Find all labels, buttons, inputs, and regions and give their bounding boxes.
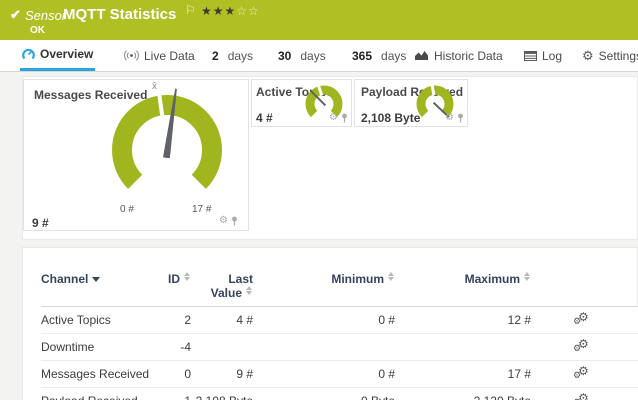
- tab-label: Overview: [40, 47, 93, 61]
- column-header-maximum[interactable]: Maximum: [395, 248, 531, 307]
- tab-label: days: [228, 49, 253, 63]
- tab-2-days[interactable]: 2 days: [210, 40, 255, 71]
- sensor-header: ✔ Sensor MQTT Statistics ⚐ ★★★☆☆ OK: [0, 0, 638, 40]
- channel-last-value: 2,108 Byte: [191, 388, 253, 400]
- channel-last-value: 9 #: [191, 361, 253, 388]
- channel-minimum: 0 #: [253, 361, 395, 388]
- object-kind-label: Sensor: [25, 8, 66, 23]
- table-row-messages-received[interactable]: Messages Received 0 9 # 0 # 17 # ⚙⚙: [41, 361, 638, 388]
- gauge-value: 9 #: [32, 216, 49, 230]
- channel-table: Channel ID LastValue Minimum Maximum Act…: [41, 248, 638, 400]
- tab-30-days[interactable]: 30 days: [276, 40, 328, 71]
- prtg-sensor-page: ✔ Sensor MQTT Statistics ⚐ ★★★☆☆ OK Over…: [0, 0, 638, 400]
- tab-bar: Overview Live Data 2days 30days 365days …: [0, 40, 638, 72]
- column-header-actions: [531, 248, 638, 307]
- channel-id: 2: [153, 307, 191, 334]
- gauge-min-label: 0 #: [120, 204, 134, 215]
- tab-label: Live Data: [144, 49, 195, 63]
- sort-icon: [184, 272, 191, 281]
- channel-settings-icon[interactable]: ⚙⚙: [573, 392, 591, 400]
- log-icon: [524, 51, 537, 61]
- pin-icon[interactable]: [341, 113, 348, 123]
- column-header-id[interactable]: ID: [153, 248, 191, 307]
- sort-desc-icon: [92, 277, 100, 282]
- table-row-downtime[interactable]: Downtime -4 ⚙⚙: [41, 334, 638, 361]
- channel-name[interactable]: Active Topics: [41, 307, 153, 334]
- tab-settings[interactable]: ⚙ Settings: [580, 40, 638, 71]
- stars-empty[interactable]: ☆☆: [236, 4, 260, 18]
- sort-icon: [524, 272, 531, 281]
- tab-label: days: [300, 49, 325, 63]
- column-header-minimum[interactable]: Minimum: [253, 248, 395, 307]
- tab-365-days[interactable]: 365 days: [350, 40, 408, 71]
- channel-settings-icon[interactable]: ⚙⚙: [573, 338, 591, 354]
- live-icon: [124, 50, 139, 61]
- gauge-value: 2,108 Byte: [361, 111, 420, 125]
- sort-icon: [388, 272, 395, 281]
- tab-overview[interactable]: Overview: [20, 40, 95, 71]
- tab-historic-data[interactable]: Historic Data: [413, 40, 505, 71]
- tab-number: 30: [278, 49, 291, 63]
- gauge-icon: [22, 48, 35, 61]
- gear-icon: ⚙: [582, 49, 594, 62]
- tab-number: 365: [352, 49, 372, 63]
- status-badge: OK: [30, 25, 45, 36]
- gear-icon[interactable]: ⚙: [329, 113, 338, 123]
- page-title: MQTT Statistics: [63, 6, 176, 23]
- tab-label: Settings: [599, 49, 638, 63]
- table-header-row: Channel ID LastValue Minimum Maximum: [41, 248, 638, 307]
- channel-last-value: 4 #: [191, 307, 253, 334]
- channel-id: 0: [153, 361, 191, 388]
- gauge-value: 4 #: [256, 111, 273, 125]
- channel-table-section: Channel ID LastValue Minimum Maximum Act…: [22, 247, 638, 400]
- priority-stars[interactable]: ★★★☆☆: [201, 4, 260, 18]
- tab-log[interactable]: Log: [522, 40, 564, 71]
- channel-maximum: 12 #: [395, 307, 531, 334]
- column-header-last-value[interactable]: LastValue: [191, 248, 253, 307]
- table-row-active-topics[interactable]: Active Topics 2 4 # 0 # 12 # ⚙⚙: [41, 307, 638, 334]
- channel-settings-icon[interactable]: ⚙⚙: [573, 311, 591, 327]
- stars-filled[interactable]: ★★★: [201, 4, 236, 18]
- tab-live-data[interactable]: Live Data: [122, 40, 197, 71]
- gauge-panel-active-topics[interactable]: Active Topics 4 # ⚙: [251, 79, 352, 127]
- chart-icon: [415, 50, 429, 61]
- channel-maximum: [395, 334, 531, 361]
- channel-name[interactable]: Payload Received: [41, 388, 153, 400]
- channel-maximum: 2,120 Byte: [395, 388, 531, 400]
- gauge-panel-payload-received[interactable]: Payload Received 2,108 Byte ⚙: [354, 79, 468, 127]
- channel-minimum: 0 #: [253, 307, 395, 334]
- gear-icon[interactable]: ⚙: [445, 113, 454, 123]
- table-row-payload-received[interactable]: Payload Received 1 2,108 Byte 0 Byte 2,1…: [41, 388, 638, 400]
- pin-icon[interactable]: [457, 113, 464, 123]
- channel-name[interactable]: Messages Received: [41, 361, 153, 388]
- sort-icon: [246, 286, 253, 295]
- channel-id: 1: [153, 388, 191, 400]
- overview-section: Messages Received x̄ 0 # 17 # 9 # ⚙ Acti…: [22, 76, 638, 240]
- tab-label: Log: [542, 49, 562, 63]
- channel-minimum: [253, 334, 395, 361]
- channel-id: -4: [153, 334, 191, 361]
- tab-label: Historic Data: [434, 49, 503, 63]
- channel-minimum: 0 Byte: [253, 388, 395, 400]
- tab-label: days: [381, 49, 406, 63]
- gauge-panel-messages-received[interactable]: Messages Received x̄ 0 # 17 # 9 # ⚙: [23, 79, 249, 231]
- gauge-max-label: 17 #: [192, 204, 211, 215]
- channel-maximum: 17 #: [395, 361, 531, 388]
- status-ok-icon: ✔: [10, 7, 21, 23]
- channel-name[interactable]: Downtime: [41, 334, 153, 361]
- gauge-dial: x̄: [102, 85, 232, 215]
- pin-icon[interactable]: [231, 216, 238, 226]
- tab-number: 2: [212, 49, 219, 63]
- flag-icon[interactable]: ⚐: [185, 3, 196, 17]
- channel-last-value: [191, 334, 253, 361]
- column-header-channel[interactable]: Channel: [41, 248, 153, 307]
- average-symbol: x̄: [152, 81, 157, 92]
- channel-settings-icon[interactable]: ⚙⚙: [573, 365, 591, 381]
- gear-icon[interactable]: ⚙: [219, 216, 228, 226]
